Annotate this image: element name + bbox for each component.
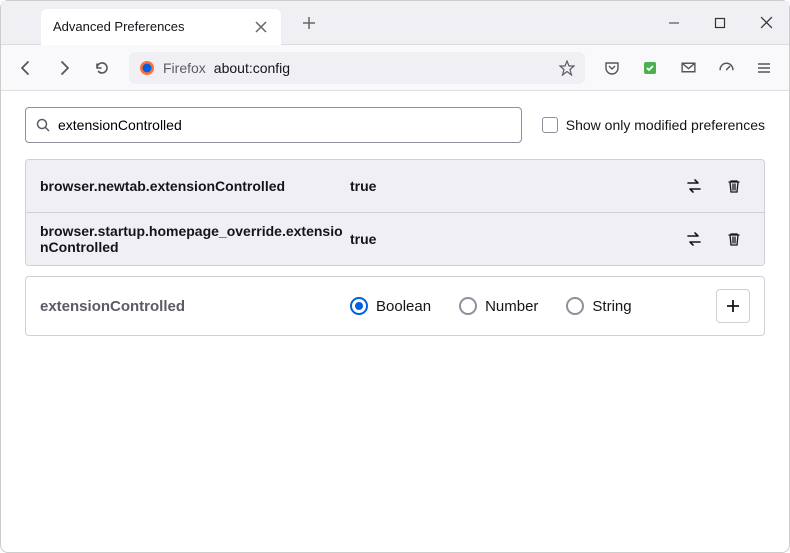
- close-tab-icon[interactable]: [253, 19, 269, 35]
- search-row: Show only modified preferences: [25, 107, 765, 143]
- pref-name: browser.newtab.extensionControlled: [40, 178, 350, 194]
- pref-row: browser.startup.homepage_override.extens…: [26, 213, 764, 265]
- dashboard-icon[interactable]: [709, 51, 743, 85]
- url-text: about:config: [214, 60, 551, 76]
- new-tab-button[interactable]: [293, 7, 325, 39]
- url-bar[interactable]: Firefox about:config: [129, 52, 585, 84]
- search-input[interactable]: [58, 117, 511, 133]
- tab-title: Advanced Preferences: [53, 19, 185, 34]
- checkbox-icon: [542, 117, 558, 133]
- browser-tab[interactable]: Advanced Preferences: [41, 9, 281, 45]
- search-box[interactable]: [25, 107, 522, 143]
- titlebar: Advanced Preferences: [1, 1, 789, 45]
- preferences-table: browser.newtab.extensionControlled true …: [25, 159, 765, 266]
- show-modified-checkbox[interactable]: Show only modified preferences: [542, 117, 765, 133]
- radio-icon: [459, 297, 477, 315]
- close-window-button[interactable]: [743, 7, 789, 39]
- pref-actions: [678, 223, 750, 255]
- toggle-button[interactable]: [678, 170, 710, 202]
- checkbox-text: Show only modified preferences: [566, 117, 765, 133]
- extension-icon[interactable]: [633, 51, 667, 85]
- pref-name: browser.startup.homepage_override.extens…: [40, 223, 350, 255]
- radio-icon: [350, 297, 368, 315]
- forward-button[interactable]: [47, 51, 81, 85]
- reload-button[interactable]: [85, 51, 119, 85]
- new-pref-name: extensionControlled: [40, 298, 350, 315]
- window-controls: [651, 7, 789, 39]
- radio-icon: [566, 297, 584, 315]
- pref-value: true: [350, 178, 678, 194]
- add-pref-button[interactable]: [716, 289, 750, 323]
- radio-boolean[interactable]: Boolean: [350, 297, 431, 315]
- radio-label: String: [592, 298, 631, 315]
- back-button[interactable]: [9, 51, 43, 85]
- firefox-logo-icon: [139, 60, 155, 76]
- radio-label: Number: [485, 298, 538, 315]
- pref-row: browser.newtab.extensionControlled true: [26, 160, 764, 213]
- radio-number[interactable]: Number: [459, 297, 538, 315]
- about-config-content: Show only modified preferences browser.n…: [1, 91, 789, 352]
- radio-label: Boolean: [376, 298, 431, 315]
- toggle-button[interactable]: [678, 223, 710, 255]
- pocket-icon[interactable]: [595, 51, 629, 85]
- mail-icon[interactable]: [671, 51, 705, 85]
- search-icon: [36, 118, 50, 132]
- maximize-button[interactable]: [697, 7, 743, 39]
- pref-value: true: [350, 231, 678, 247]
- url-identity: Firefox: [163, 60, 206, 76]
- delete-button[interactable]: [718, 170, 750, 202]
- radio-string[interactable]: String: [566, 297, 631, 315]
- navigation-toolbar: Firefox about:config: [1, 45, 789, 91]
- menu-icon[interactable]: [747, 51, 781, 85]
- new-pref-row: extensionControlled Boolean Number Strin…: [25, 276, 765, 336]
- bookmark-star-icon[interactable]: [559, 60, 575, 76]
- pref-actions: [678, 170, 750, 202]
- delete-button[interactable]: [718, 223, 750, 255]
- type-radio-group: Boolean Number String: [350, 297, 716, 315]
- minimize-button[interactable]: [651, 7, 697, 39]
